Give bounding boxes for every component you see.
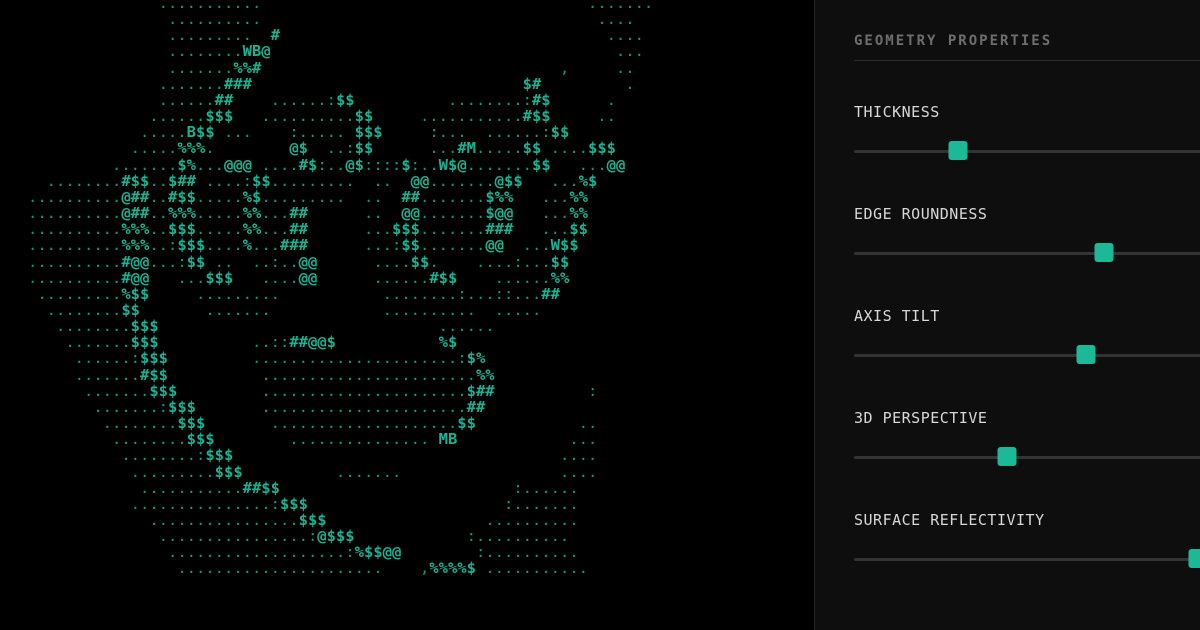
surface-reflectivity-control: SURFACE REFLECTIVITY xyxy=(854,511,1200,581)
axis-tilt-slider-track[interactable] xyxy=(854,354,1200,357)
geometry-properties-panel: GEOMETRY PROPERTIES THICKNESS EDGE ROUND… xyxy=(814,0,1200,630)
panel-title: GEOMETRY PROPERTIES xyxy=(854,33,1053,49)
panel-divider xyxy=(854,60,1200,61)
ascii-art-render: ........... ....... .......... .... ....… xyxy=(28,0,654,578)
thickness-slider-thumb[interactable] xyxy=(948,141,968,160)
surface-reflectivity-label: SURFACE REFLECTIVITY xyxy=(854,511,1045,529)
3d-perspective-slider-track[interactable] xyxy=(854,456,1200,459)
axis-tilt-slider-thumb[interactable] xyxy=(1076,345,1096,364)
edge-roundness-slider-track[interactable] xyxy=(854,252,1200,255)
edge-roundness-label: EDGE ROUNDNESS xyxy=(854,205,988,223)
axis-tilt-control: AXIS TILT xyxy=(854,307,1200,377)
axis-tilt-label: AXIS TILT xyxy=(854,307,940,325)
app-window: ........... ....... .......... .... ....… xyxy=(0,0,1200,630)
edge-roundness-slider-thumb[interactable] xyxy=(1094,243,1114,262)
3d-perspective-control: 3D PERSPECTIVE xyxy=(854,409,1200,479)
surface-reflectivity-slider-track[interactable] xyxy=(854,558,1200,561)
thickness-control: THICKNESS xyxy=(854,103,1200,173)
ascii-preview-canvas: ........... ....... .......... .... ....… xyxy=(0,0,814,630)
thickness-slider-track[interactable] xyxy=(854,150,1200,153)
surface-reflectivity-slider-thumb[interactable] xyxy=(1188,549,1200,568)
edge-roundness-control: EDGE ROUNDNESS xyxy=(854,205,1200,275)
3d-perspective-label: 3D PERSPECTIVE xyxy=(854,409,988,427)
3d-perspective-slider-thumb[interactable] xyxy=(997,447,1017,466)
thickness-label: THICKNESS xyxy=(854,103,940,121)
